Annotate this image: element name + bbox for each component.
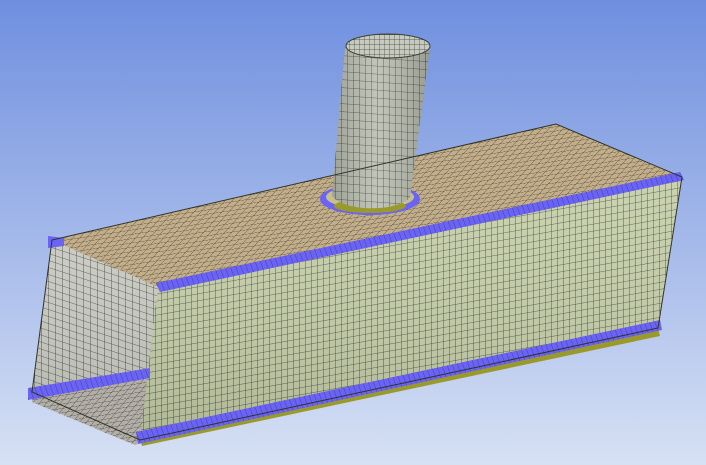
graphics-viewport[interactable] xyxy=(0,0,706,465)
pipe-top-opening xyxy=(345,33,431,59)
mesh-model[interactable] xyxy=(0,0,706,465)
